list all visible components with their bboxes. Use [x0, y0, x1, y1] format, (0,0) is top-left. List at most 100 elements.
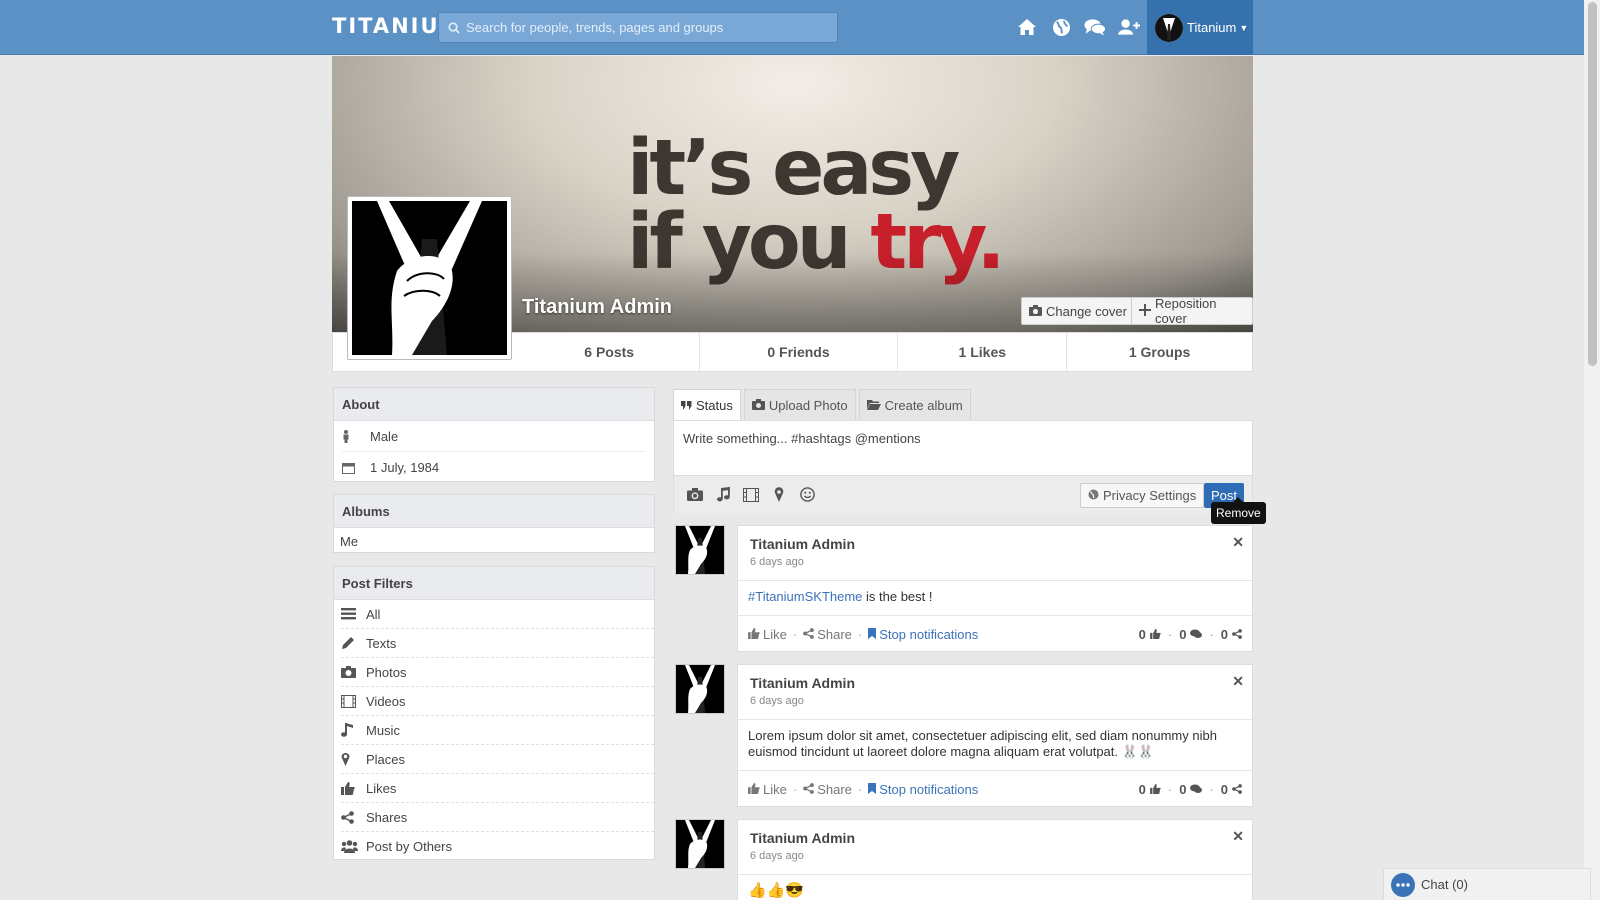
tab-upload-photo[interactable]: Upload Photo — [743, 389, 856, 421]
caret-down-icon: ▼ — [1239, 22, 1249, 33]
thumbs-up-icon — [1149, 782, 1161, 797]
search-input[interactable] — [466, 20, 826, 35]
post-body: Lorem ipsum dolor sit amet, consectetuer… — [738, 719, 1252, 771]
user-menu-label: Titanium — [1187, 20, 1237, 35]
post-author-avatar[interactable] — [675, 819, 725, 869]
map-marker-icon[interactable] — [770, 486, 788, 504]
filter-places[interactable]: Places — [341, 745, 654, 774]
filter-videos[interactable]: Videos — [341, 687, 654, 716]
close-icon[interactable]: ✕ — [1232, 673, 1244, 690]
about-title: About — [334, 388, 654, 421]
page-scrollbar[interactable] — [1584, 0, 1600, 900]
users-icon — [341, 840, 366, 853]
stop-notifications-button[interactable]: Stop notifications — [868, 782, 978, 797]
about-gender-value: Male — [370, 428, 399, 444]
camera-icon — [341, 666, 366, 678]
post-time[interactable]: 6 days ago — [750, 556, 804, 568]
profile-name[interactable]: Titanium Admin — [522, 296, 672, 319]
post-author-avatar[interactable] — [675, 664, 725, 714]
separator: · — [1167, 626, 1173, 642]
bookmark-icon — [868, 627, 877, 642]
status-textarea[interactable] — [683, 431, 1233, 469]
map-marker-icon — [341, 752, 366, 766]
separator: · — [1209, 626, 1214, 642]
separator: · — [792, 626, 798, 642]
status-composer: Privacy Settings Post — [673, 420, 1253, 513]
filter-texts[interactable]: Texts — [341, 629, 654, 658]
tab-status[interactable]: Status — [673, 389, 741, 421]
composer-tabs: Status Upload Photo Create album — [673, 389, 971, 421]
stat-likes[interactable]: 1 Likes — [897, 333, 1066, 371]
separator: · — [1209, 781, 1214, 797]
share-button[interactable]: Share — [803, 627, 852, 642]
likes-count: 0 — [1138, 781, 1146, 797]
search-box[interactable] — [438, 12, 838, 43]
chat-bar[interactable]: Chat (0) — [1383, 868, 1591, 900]
composer-toolbar: Privacy Settings Post — [674, 475, 1252, 513]
post-author-avatar[interactable] — [675, 525, 725, 575]
messages-icon[interactable] — [1084, 16, 1106, 38]
scrollbar-thumb[interactable] — [1588, 2, 1597, 366]
globe-icon — [1088, 488, 1099, 503]
stat-posts[interactable]: 6 Posts — [520, 333, 699, 371]
filter-likes[interactable]: Likes — [341, 774, 654, 803]
filter-shares[interactable]: Shares — [341, 803, 654, 832]
separator: · — [857, 626, 863, 642]
shares-count: 0 — [1220, 626, 1228, 642]
stop-notifications-button[interactable]: Stop notifications — [868, 627, 978, 642]
stat-friends[interactable]: 0 Friends — [698, 333, 898, 371]
post-filters-card: Post Filters All Texts Photos Videos Mus… — [333, 566, 655, 860]
album-item[interactable]: Me — [334, 528, 654, 555]
share-icon — [1232, 782, 1242, 797]
change-cover-button[interactable]: Change cover — [1021, 297, 1135, 325]
post-time[interactable]: 6 days ago — [750, 850, 804, 862]
reposition-cover-button[interactable]: Reposition cover — [1131, 296, 1253, 326]
post-author[interactable]: Titanium Admin — [750, 675, 855, 691]
add-friend-icon[interactable] — [1118, 16, 1140, 38]
tab-create-album[interactable]: Create album — [858, 389, 971, 421]
separator: · — [857, 781, 863, 797]
like-button[interactable]: Like — [748, 627, 787, 642]
filter-music[interactable]: Music — [341, 716, 654, 745]
stat-groups[interactable]: 1 Groups — [1066, 333, 1252, 371]
filter-all[interactable]: All — [341, 600, 654, 629]
post-author[interactable]: Titanium Admin — [750, 536, 855, 552]
pencil-icon — [341, 636, 366, 650]
tab-status-label: Status — [696, 398, 733, 413]
share-label: Share — [817, 781, 852, 797]
music-icon[interactable] — [714, 486, 732, 504]
like-button[interactable]: Like — [748, 782, 787, 797]
shares-count: 0 — [1220, 781, 1228, 797]
filter-photos[interactable]: Photos — [341, 658, 654, 687]
smiley-icon[interactable] — [798, 486, 816, 504]
about-birthday: 1 July, 1984 — [342, 452, 646, 483]
stop-notifications-label: Stop notifications — [879, 626, 979, 642]
privacy-settings-button[interactable]: Privacy Settings — [1080, 483, 1205, 508]
thumbs-up-icon — [341, 781, 366, 795]
share-button[interactable]: Share — [803, 782, 852, 797]
filter-label: Texts — [366, 635, 397, 651]
separator: · — [1167, 781, 1173, 797]
user-menu[interactable]: Titanium ▼ — [1147, 0, 1253, 55]
filter-label: Shares — [366, 809, 408, 825]
post-hashtag[interactable]: #TitaniumSKTheme — [748, 589, 862, 604]
filter-post-by-others[interactable]: Post by Others — [341, 832, 654, 861]
film-icon[interactable] — [742, 486, 760, 504]
top-navbar: TITANIUM Titanium ▼ — [0, 0, 1584, 55]
thumbs-up-icon — [1149, 627, 1161, 642]
comments-count: 0 — [1179, 781, 1187, 797]
close-icon[interactable]: ✕ — [1232, 828, 1244, 845]
post-author[interactable]: Titanium Admin — [750, 830, 855, 846]
cover-slogan-line-1: it’s easy — [627, 124, 960, 213]
home-icon[interactable] — [1016, 16, 1038, 38]
feed-post: Titanium Admin 6 days ago ✕ 👍👍😎 — [737, 819, 1253, 900]
folder-icon — [866, 398, 881, 413]
share-icon — [1232, 627, 1242, 642]
close-icon[interactable]: ✕ — [1232, 534, 1244, 551]
post-time[interactable]: 6 days ago — [750, 695, 804, 707]
camera-icon[interactable] — [686, 486, 704, 504]
chat-label: Chat (0) — [1421, 877, 1468, 892]
profile-picture[interactable] — [347, 196, 512, 360]
feed-post: Titanium Admin 6 days ago ✕ Lorem ipsum … — [737, 664, 1253, 807]
globe-icon[interactable] — [1050, 16, 1072, 38]
